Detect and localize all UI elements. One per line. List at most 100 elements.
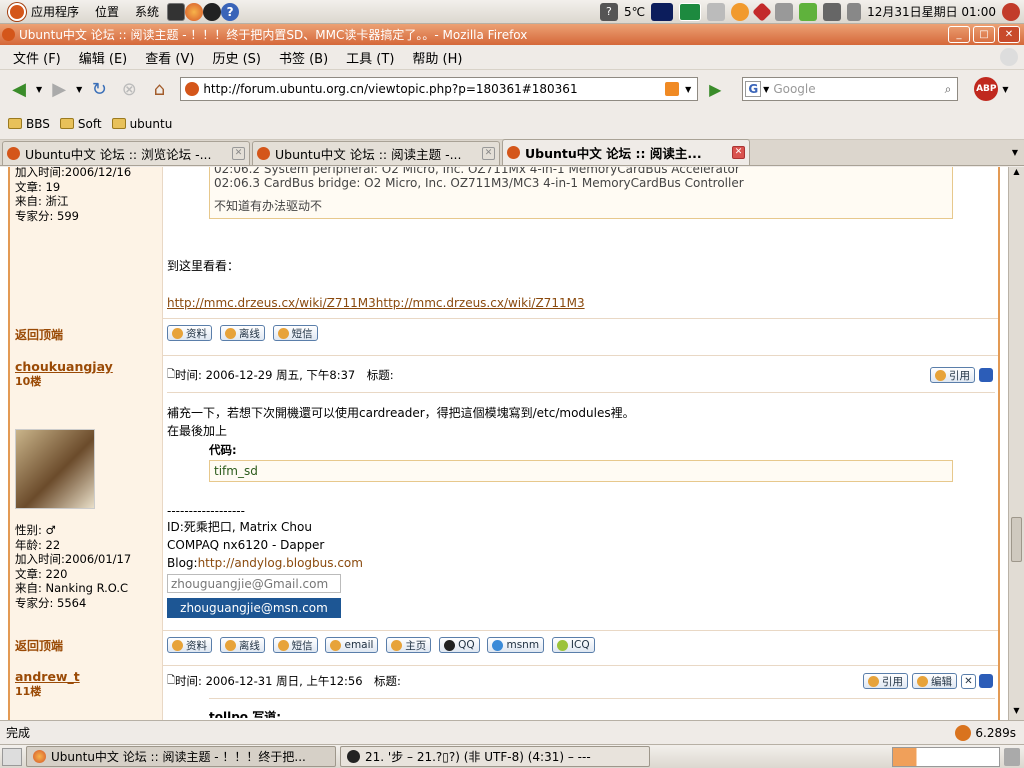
terminal-icon[interactable] (167, 2, 186, 21)
site-favicon (185, 82, 200, 96)
msn-badge[interactable]: zhouguangjie@msn.com (167, 598, 341, 618)
places-menu[interactable]: 位置 (87, 0, 127, 24)
qq-button[interactable]: QQ (439, 637, 480, 653)
ruby-icon[interactable] (752, 1, 772, 22)
tab-1[interactable]: Ubuntu中文 论坛 :: 浏览论坛 -... ✕ (2, 141, 250, 165)
network-icon[interactable] (707, 2, 726, 21)
battery-icon[interactable] (799, 2, 818, 21)
pm-button[interactable]: 短信 (272, 325, 318, 341)
scroll-down-arrow-icon[interactable]: ▼ (1009, 706, 1024, 720)
menu-history[interactable]: 历史 (S) (203, 48, 270, 67)
menu-tools[interactable]: 工具 (T) (337, 48, 403, 67)
offline-button[interactable]: 离线 (219, 325, 265, 341)
vertical-scrollbar[interactable]: ▲ ▼ (1008, 167, 1024, 720)
poster-username[interactable]: andrew_t (15, 669, 157, 685)
poster-profile: 加入时间:2006/12/16 文章: 19 来自: 浙江 专家分: 599 (10, 167, 163, 319)
taskbar-item-player[interactable]: 21. '步 – 21.?▯?) (非 UTF-8) (4:31) – --- (340, 746, 650, 767)
workspace-switcher[interactable] (892, 746, 1000, 767)
taskbar-item-firefox[interactable]: Ubuntu中文 论坛 :: 阅读主题 - ！！！终于把... (26, 746, 336, 767)
pm-button[interactable]: 短信 (272, 637, 318, 653)
tab-close-icon[interactable]: ✕ (482, 147, 495, 160)
navigation-toolbar: ◀ ▼ ▶ ▼ ↻ ⊗ ⌂ http://forum.ubuntu.org.cn… (0, 70, 1024, 108)
back-to-top-link[interactable]: 返回顶端 (15, 639, 63, 653)
quote-button[interactable]: 引用 (863, 673, 908, 689)
minimize-button[interactable]: _ (948, 26, 970, 43)
temperature: 5℃ (623, 4, 646, 19)
forward-dropdown-icon[interactable]: ▼ (76, 85, 82, 94)
close-button[interactable]: ✕ (998, 26, 1020, 43)
window-titlebar[interactable]: Ubuntu中文 论坛 :: 阅读主题 - ！！！终于把内置SD、MMC读卡器搞… (0, 24, 1024, 45)
show-desktop-icon[interactable] (2, 747, 22, 766)
home-icon (391, 639, 403, 651)
firefox-icon[interactable] (185, 2, 204, 21)
maximize-button[interactable]: □ (973, 26, 995, 43)
menu-bookmarks[interactable]: 书签 (B) (270, 48, 337, 67)
reload-button[interactable]: ↻ (86, 76, 112, 102)
memory-monitor-icon[interactable] (679, 2, 702, 21)
menu-edit[interactable]: 编辑 (E) (70, 48, 137, 67)
printer-icon[interactable] (775, 2, 794, 21)
folder-icon (8, 118, 22, 129)
profile-icon (172, 639, 183, 651)
bookmark-bbs[interactable]: BBS (8, 117, 50, 131)
stop-button[interactable]: ⊗ (116, 76, 142, 102)
help-icon[interactable]: ? (221, 2, 240, 21)
menu-view[interactable]: 查看 (V) (136, 48, 203, 67)
home-button[interactable]: ⌂ (146, 76, 172, 102)
url-bar[interactable]: http://forum.ubuntu.org.cn/viewtopic.php… (180, 77, 699, 101)
scroll-thumb[interactable] (1011, 517, 1022, 562)
back-button[interactable]: ◀ (6, 76, 32, 102)
offline-icon (224, 639, 236, 651)
rss-icon[interactable] (665, 82, 680, 96)
power-icon[interactable] (1002, 2, 1020, 21)
edit-button[interactable]: 编辑 (912, 673, 957, 689)
window-icon (2, 28, 15, 41)
system-menu[interactable]: 系统 (127, 0, 167, 24)
blog-link[interactable]: http://andylog.blogbus.com (198, 556, 363, 570)
forward-button[interactable]: ▶ (46, 76, 72, 102)
applications-menu[interactable]: 应用程序 (0, 0, 87, 24)
profile-button[interactable]: 资料 (167, 637, 212, 653)
adblock-icon[interactable]: ABP (974, 77, 999, 101)
tab-close-icon[interactable]: ✕ (732, 146, 745, 159)
profile-button[interactable]: 资料 (167, 325, 212, 341)
volume-icon[interactable] (847, 2, 862, 21)
bookmark-ubuntu[interactable]: ubuntu (111, 117, 172, 131)
tab-list-dropdown-icon[interactable]: ▼ (1012, 148, 1018, 157)
tab-close-icon[interactable]: ✕ (232, 147, 245, 160)
delete-icon[interactable]: ✕ (961, 673, 976, 689)
search-engine-dropdown-icon[interactable]: ▼ (763, 85, 769, 94)
tab-2[interactable]: Ubuntu中文 论坛 :: 阅读主题 -... ✕ (252, 141, 500, 165)
bookmark-soft[interactable]: Soft (59, 117, 102, 131)
post-options-icon[interactable] (979, 368, 993, 382)
url-dropdown-icon[interactable]: ▼ (685, 85, 691, 94)
poster-username[interactable]: choukuangjay (15, 359, 157, 375)
cpu-monitor-icon[interactable] (651, 2, 674, 21)
scroll-up-arrow-icon[interactable]: ▲ (1009, 167, 1024, 181)
icq-button[interactable]: ICQ (551, 637, 595, 653)
wiki-link[interactable]: http://mmc.drzeus.cx/wiki/Z711M3http://m… (167, 296, 995, 310)
back-to-top-link[interactable]: 返回顶端 (15, 328, 63, 342)
go-button[interactable]: ▶ (702, 76, 728, 102)
search-box[interactable]: G ▼ Google ⌕ (742, 77, 959, 101)
search-icon[interactable]: ⌕ (945, 82, 952, 97)
back-dropdown-icon[interactable]: ▼ (36, 85, 42, 94)
post-options-icon[interactable] (979, 674, 993, 688)
menu-file[interactable]: 文件 (F) (4, 48, 70, 67)
menu-help[interactable]: 帮助 (H) (403, 48, 471, 67)
gmail-badge[interactable]: zhouguangjie@Gmail.com (167, 574, 341, 593)
homepage-button[interactable]: 主页 (386, 637, 432, 653)
tab-3-active[interactable]: Ubuntu中文 论坛 :: 阅读主... ✕ (502, 139, 750, 165)
msnm-button[interactable]: msnm (487, 637, 545, 653)
quote-button[interactable]: 引用 (930, 367, 975, 383)
gear-tray-icon[interactable] (731, 2, 750, 21)
adblock-dropdown-icon[interactable]: ▼ (1002, 85, 1008, 94)
email-button[interactable]: email (325, 637, 379, 653)
clock[interactable]: 12月31日星期日 01:00 (867, 3, 996, 20)
google-icon[interactable]: G (745, 81, 762, 97)
weather-icon[interactable]: ? (599, 2, 618, 21)
offline-button[interactable]: 离线 (219, 637, 265, 653)
qq-icon[interactable] (203, 2, 222, 21)
computer-icon[interactable] (823, 2, 842, 21)
trash-icon[interactable] (1004, 747, 1020, 766)
